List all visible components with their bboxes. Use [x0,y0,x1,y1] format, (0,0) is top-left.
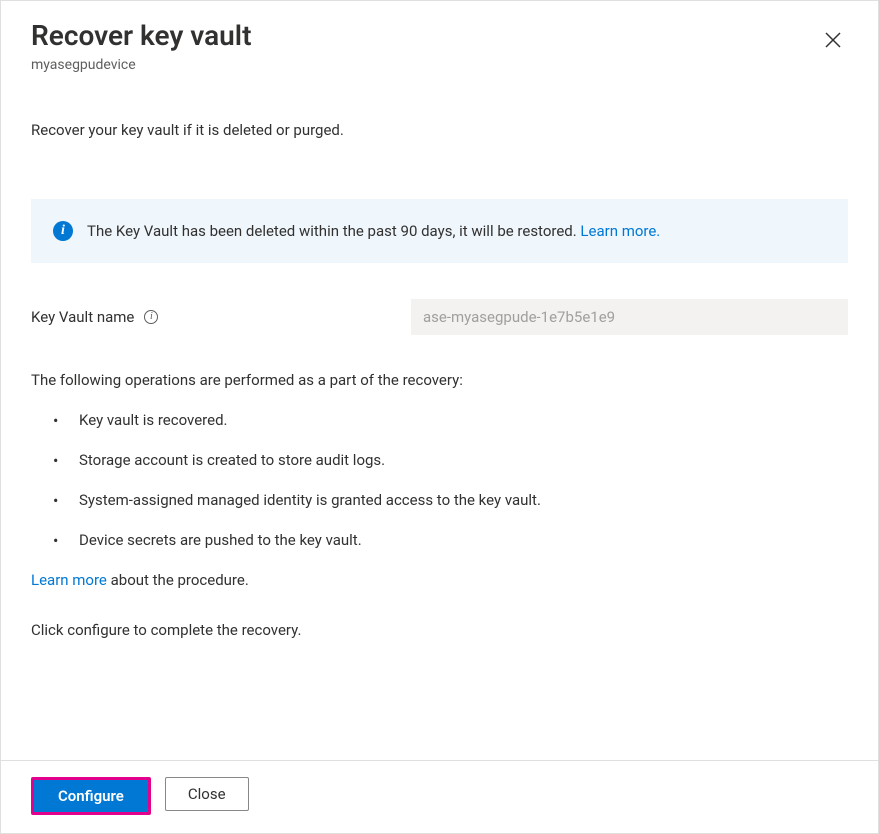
operations-list-item: Key vault is recovered. [31,411,848,429]
learn-more-row: Learn more about the procedure. [31,571,848,589]
info-banner-text: The Key Vault has been deleted within th… [87,222,660,240]
info-banner-message: The Key Vault has been deleted within th… [87,222,580,240]
page-subtitle: myasegpudevice [31,57,251,73]
key-vault-name-row: Key Vault name i [31,299,848,335]
operations-list-item: System-assigned managed identity is gran… [31,491,848,509]
click-configure-text: Click configure to complete the recovery… [31,621,848,639]
close-icon-button[interactable] [818,25,848,58]
page-title: Recover key vault [31,19,251,53]
description-text: Recover your key vault if it is deleted … [31,121,848,139]
operations-intro: The following operations are performed a… [31,371,848,389]
info-banner: i The Key Vault has been deleted within … [31,199,848,263]
info-banner-learn-more-link[interactable]: Learn more. [580,222,660,240]
info-tooltip-icon[interactable]: i [144,310,158,324]
key-vault-name-label: Key Vault name [31,308,134,326]
close-button[interactable]: Close [165,777,249,811]
operations-list-item: Storage account is created to store audi… [31,451,848,469]
recover-key-vault-panel: Recover key vault myasegpudevice Recover… [0,0,879,834]
learn-more-suffix: about the procedure. [107,571,249,589]
header-row: Recover key vault myasegpudevice [31,19,848,73]
operations-list: Key vault is recovered. Storage account … [31,411,848,549]
learn-more-link[interactable]: Learn more [31,571,107,589]
info-icon: i [53,221,73,241]
content-area: Recover key vault myasegpudevice Recover… [1,1,878,760]
footer-actions: Configure Close [1,760,878,833]
operations-list-item: Device secrets are pushed to the key vau… [31,531,848,549]
key-vault-name-input [411,299,848,335]
configure-button[interactable]: Configure [31,777,151,815]
header-titles: Recover key vault myasegpudevice [31,19,251,73]
key-vault-name-label-wrap: Key Vault name i [31,308,411,326]
close-icon [824,31,842,49]
